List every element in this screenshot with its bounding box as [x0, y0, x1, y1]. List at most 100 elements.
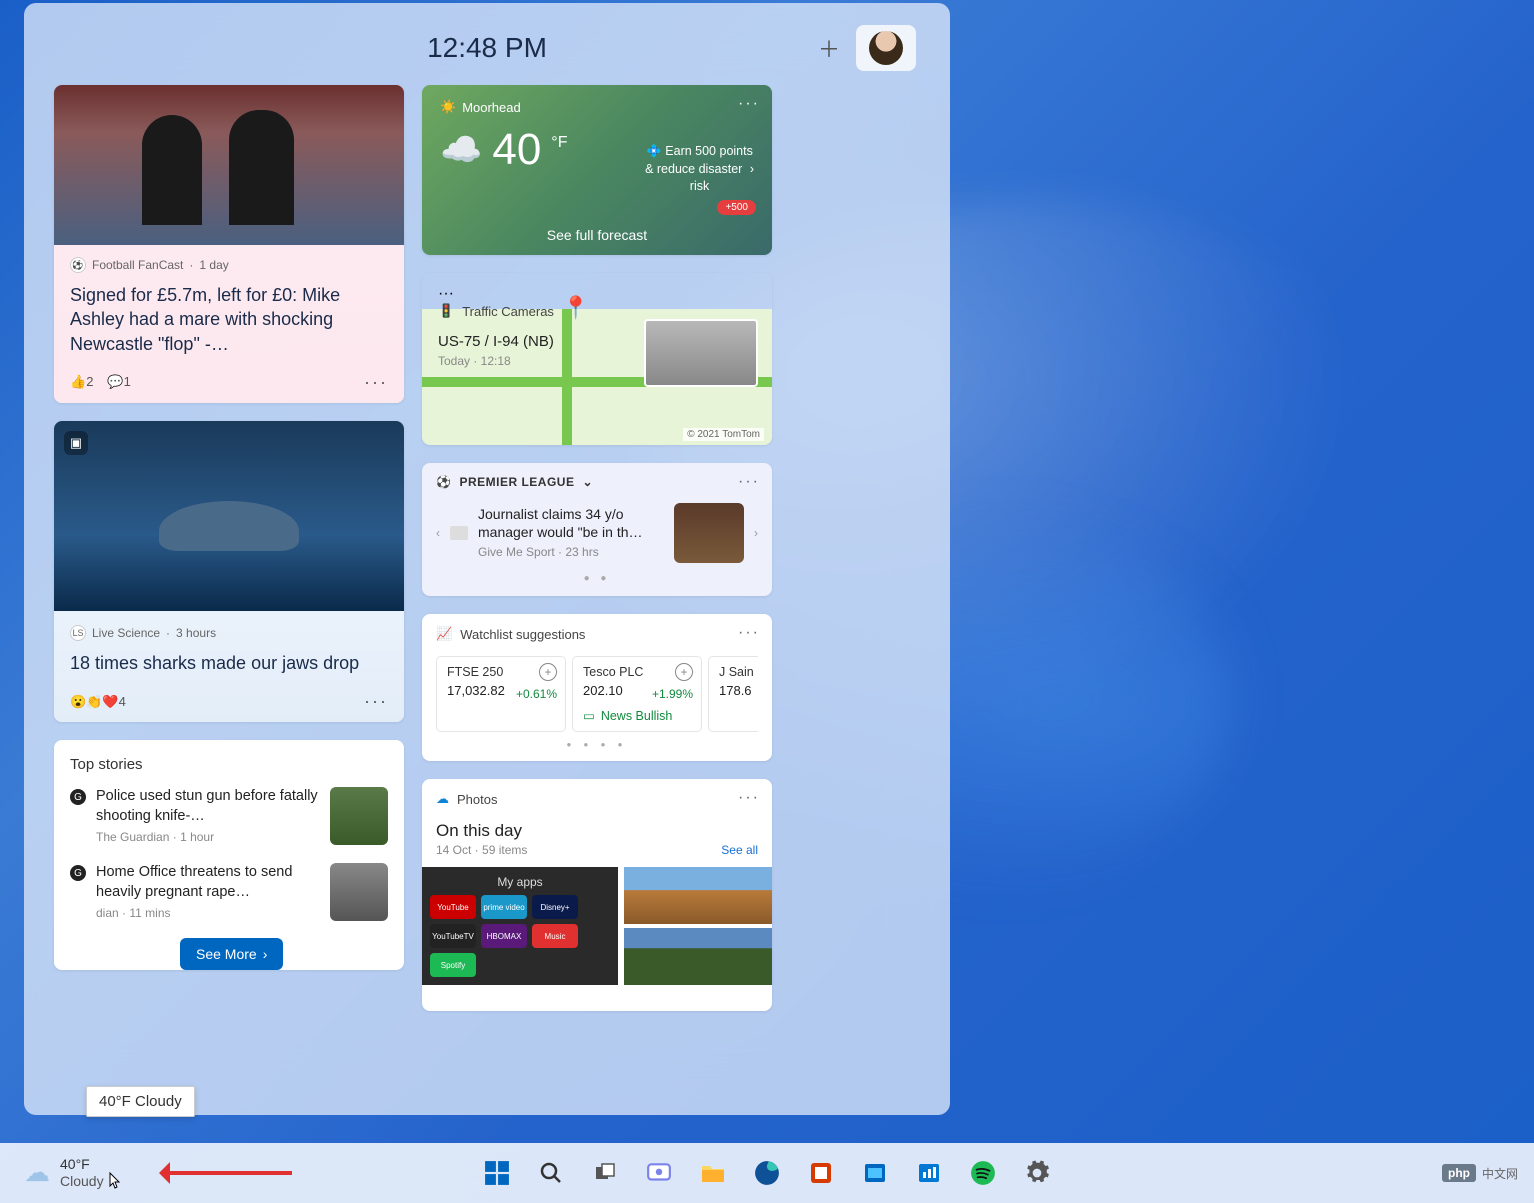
top-story-item[interactable]: G Police used stun gun before fatally sh… [70, 787, 388, 845]
photos-apps-tile: My apps YouTube prime video Disney+ YouT… [422, 867, 618, 985]
news-icon [450, 526, 468, 540]
news-card-2[interactable]: ▣ LS Live Science · 3 hours 18 times sha… [54, 421, 404, 722]
see-more-button[interactable]: See More › [180, 938, 283, 970]
photos-widget[interactable]: ··· ☁Photos On this day 14 Oct · 59 item… [422, 779, 772, 1011]
see-forecast-link[interactable]: See full forecast [422, 227, 772, 243]
story-headline: Home Office threatens to send heavily pr… [96, 863, 320, 902]
widgets-panel: 12:48 PM ＋ ⚽ Football FanCast · 1 day Si… [24, 3, 950, 1115]
weather-location: Moorhead [462, 100, 521, 115]
top-stories-title: Top stories [70, 756, 388, 773]
app-button-1[interactable] [799, 1151, 843, 1195]
widget-more-button[interactable]: ··· [738, 95, 760, 113]
chevron-right-icon: › [263, 946, 268, 962]
story-thumb [330, 787, 388, 845]
taskbar-weather-temp: 40°F [60, 1156, 122, 1173]
file-explorer-button[interactable] [691, 1151, 735, 1195]
news-card-1-image [54, 85, 404, 245]
traffic-meta: Today · 12:18 [438, 354, 756, 368]
profile-avatar-button[interactable] [856, 25, 916, 71]
widget-more-button[interactable]: ··· [738, 789, 760, 807]
traffic-route: US-75 / I-94 (NB) [438, 333, 756, 350]
chat-button[interactable] [637, 1151, 681, 1195]
widget-more-button[interactable]: ··· [738, 473, 760, 491]
comment-button[interactable]: 💬1 [107, 374, 130, 390]
add-stock-button[interactable]: + [675, 663, 693, 681]
widget-more-button[interactable]: ··· [738, 624, 760, 642]
carousel-dots[interactable]: ● ● ● ● [436, 740, 758, 749]
app-button-3[interactable] [907, 1151, 951, 1195]
chevron-right-icon: › [750, 162, 754, 176]
annotation-arrow [162, 1171, 292, 1175]
app-tile[interactable]: HBOMAX [481, 924, 527, 948]
photos-title: Photos [457, 792, 497, 807]
prev-button[interactable]: ‹ [436, 526, 440, 540]
card-more-button[interactable]: ··· [364, 372, 388, 393]
news-card-1[interactable]: ⚽ Football FanCast · 1 day Signed for £5… [54, 85, 404, 403]
app-tile[interactable]: Music [532, 924, 578, 948]
app-tile[interactable]: prime video [481, 895, 527, 919]
next-button[interactable]: › [754, 526, 758, 540]
source-icon: G [70, 865, 86, 881]
story-headline: Police used stun gun before fatally shoo… [96, 787, 320, 826]
spotify-button[interactable] [961, 1151, 1005, 1195]
app-tile[interactable]: YouTube [430, 895, 476, 919]
league-icon: ⚽ [436, 475, 451, 489]
widget-more-button[interactable]: ··· [438, 285, 756, 303]
top-stories-card: Top stories G Police used stun gun befor… [54, 740, 404, 970]
points-badge: +500 [717, 200, 756, 215]
add-stock-button[interactable]: + [539, 663, 557, 681]
watchlist-widget[interactable]: ··· 📈 Watchlist suggestions + FTSE 250 17… [422, 614, 772, 761]
app-tile[interactable]: Disney+ [532, 895, 578, 919]
news-card-2-image: ▣ [54, 421, 404, 611]
top-story-item[interactable]: G Home Office threatens to send heavily … [70, 863, 388, 921]
app-tile[interactable]: Spotify [430, 953, 476, 977]
news-card-2-headline: 18 times sharks made our jaws drop [70, 651, 388, 675]
reactions-display[interactable]: 😮👏❤️4 [70, 694, 126, 710]
start-button[interactable] [475, 1151, 519, 1195]
carousel-dots[interactable]: ● ● [436, 573, 758, 584]
watchlist-title: Watchlist suggestions [460, 627, 585, 642]
avatar-icon [869, 31, 903, 65]
sports-thumb [674, 503, 744, 563]
photo-thumb[interactable] [624, 867, 772, 924]
panel-time: 12:48 PM [427, 32, 547, 64]
add-widget-button[interactable]: ＋ [812, 31, 846, 65]
search-button[interactable] [529, 1151, 573, 1195]
card-more-button[interactable]: ··· [364, 691, 388, 712]
taskbar-weather-button[interactable]: ☁ 40°F Cloudy [24, 1156, 122, 1191]
watchlist-item[interactable]: + Tesco PLC 202.10 +1.99% ▭News Bullish [572, 656, 702, 732]
edge-button[interactable] [745, 1151, 789, 1195]
source-icon: ⚽ [70, 257, 86, 273]
watermark-brand: php [1442, 1164, 1476, 1182]
traffic-title: Traffic Cameras [462, 304, 554, 319]
chevron-down-icon[interactable]: ⌄ [582, 475, 593, 489]
like-button[interactable]: 👍2 [70, 374, 93, 390]
photos-meta: 14 Oct · 59 items [436, 843, 527, 857]
traffic-light-icon: 🚦 [438, 303, 454, 319]
cloud-icon: ☁️ [440, 130, 482, 170]
weather-widget[interactable]: ··· ☀️Moorhead ☁️ 40 °F 💠 Earn 500 point… [422, 85, 772, 255]
watchlist-item[interactable]: J Sain 178.6 [708, 656, 758, 732]
app-button-2[interactable] [853, 1151, 897, 1195]
diamond-icon: 💠 [646, 144, 662, 158]
story-thumb [330, 863, 388, 921]
taskbar-center [475, 1151, 1059, 1195]
cloud-icon: ☁ [24, 1157, 50, 1188]
sports-widget[interactable]: ··· ⚽ PREMIER LEAGUE ⌄ ‹ Journalist clai… [422, 463, 772, 596]
watchlist-item[interactable]: + FTSE 250 17,032.82 +0.61% [436, 656, 566, 732]
gallery-icon: ▣ [64, 431, 88, 455]
app-tile[interactable]: YouTubeTV [430, 924, 476, 948]
weather-promo[interactable]: 💠 Earn 500 points & reduce disaster › ri… [645, 143, 754, 196]
stocks-icon: 📈 [436, 626, 452, 642]
watermark-text: 中文网 [1482, 1165, 1518, 1182]
photo-thumb[interactable] [624, 928, 772, 985]
see-all-link[interactable]: See all [721, 843, 758, 857]
task-view-button[interactable] [583, 1151, 627, 1195]
traffic-widget[interactable]: 📍 © 2021 TomTom ··· 🚦Traffic Cameras US-… [422, 273, 772, 445]
source-name: Football FanCast [92, 258, 183, 272]
panel-header: 12:48 PM ＋ [24, 23, 950, 73]
my-apps-label: My apps [430, 875, 610, 889]
news-card-1-headline: Signed for £5.7m, left for £0: Mike Ashl… [70, 283, 388, 356]
source-age: 3 hours [176, 626, 216, 640]
settings-button[interactable] [1015, 1151, 1059, 1195]
